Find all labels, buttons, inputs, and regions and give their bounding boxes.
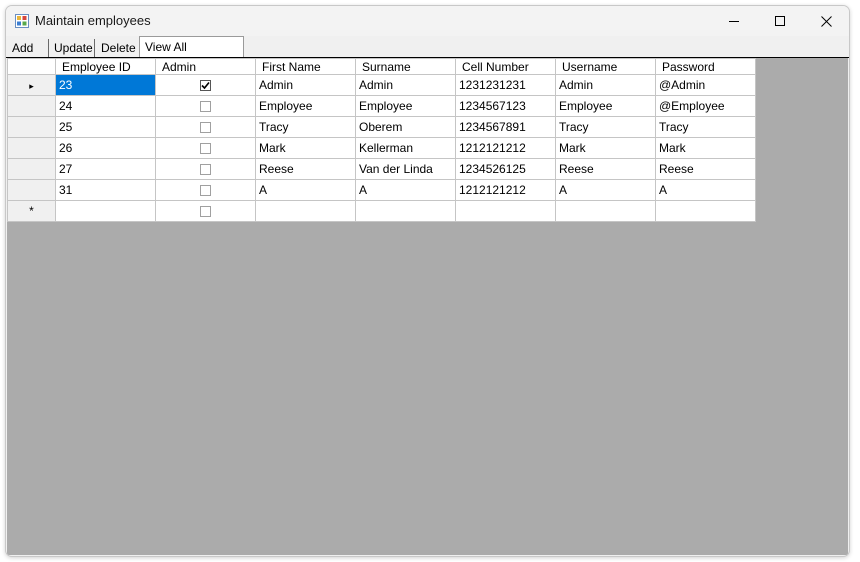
- employees-grid: Employee ID Admin First Name Surname Cel…: [7, 58, 756, 222]
- cell-surname-new[interactable]: [355, 200, 456, 222]
- cell-username[interactable]: Admin: [555, 74, 656, 96]
- current-row-icon: ▸: [29, 81, 34, 91]
- cell-first-name[interactable]: Admin: [255, 74, 356, 96]
- cell-employee-id[interactable]: 25: [55, 116, 156, 138]
- tab-update[interactable]: Update: [49, 39, 95, 57]
- cell-username[interactable]: Mark: [555, 137, 656, 159]
- cell-surname[interactable]: Oberem: [355, 116, 456, 138]
- minimize-button[interactable]: [711, 6, 757, 36]
- tab-view-all-employees[interactable]: View All Employees: [139, 36, 244, 74]
- tab-add[interactable]: Add: [7, 39, 49, 57]
- cell-cell-number[interactable]: 1234567123: [455, 95, 556, 117]
- cell-username[interactable]: Employee: [555, 95, 656, 117]
- minimize-icon: [728, 20, 739, 22]
- admin-checkbox[interactable]: [200, 143, 211, 155]
- cell-admin[interactable]: [155, 95, 256, 117]
- cell-surname[interactable]: Kellerman: [355, 137, 456, 159]
- cell-surname[interactable]: Employee: [355, 95, 456, 117]
- cell-cell-number[interactable]: 1212121212: [455, 137, 556, 159]
- admin-checkbox[interactable]: [200, 206, 211, 218]
- cell-admin-new[interactable]: [155, 200, 256, 222]
- column-header-username[interactable]: Username: [555, 58, 656, 75]
- cell-first-name[interactable]: A: [255, 179, 356, 201]
- table-row[interactable]: 26 Mark Kellerman 1212121212 Mark Mark: [7, 137, 756, 159]
- column-header-admin[interactable]: Admin: [155, 58, 256, 75]
- cell-employee-id[interactable]: 26: [55, 137, 156, 159]
- cell-employee-id[interactable]: 31: [55, 179, 156, 201]
- cell-first-name[interactable]: Tracy: [255, 116, 356, 138]
- column-header-employee-id[interactable]: Employee ID: [55, 58, 156, 75]
- app-form-icon: [15, 14, 29, 28]
- table-row[interactable]: 31 A A 1212121212 A A: [7, 179, 756, 201]
- tab-strip: Add Update Delete View All Employees: [6, 36, 849, 74]
- cell-admin[interactable]: [155, 158, 256, 180]
- checkmark-icon: [201, 82, 210, 90]
- new-row[interactable]: *: [7, 200, 756, 222]
- cell-cell-number[interactable]: 1212121212: [455, 179, 556, 201]
- column-header-first-name[interactable]: First Name: [255, 58, 356, 75]
- table-row[interactable]: 25 Tracy Oberem 1234567891 Tracy Tracy: [7, 116, 756, 138]
- close-icon: [820, 15, 832, 27]
- cell-admin[interactable]: [155, 116, 256, 138]
- row-header[interactable]: [7, 158, 56, 180]
- table-row[interactable]: ▸ 23 Admin Admin 1231231231 Admin @Admin: [7, 74, 756, 96]
- row-header-current[interactable]: ▸: [7, 74, 56, 96]
- cell-password[interactable]: A: [655, 179, 756, 201]
- cell-cell-number[interactable]: 1234567891: [455, 116, 556, 138]
- maximize-icon: [774, 15, 785, 26]
- cell-employee-id[interactable]: 23: [55, 74, 156, 96]
- cell-password[interactable]: Mark: [655, 137, 756, 159]
- cell-password[interactable]: @Employee: [655, 95, 756, 117]
- column-header-password[interactable]: Password: [655, 58, 756, 75]
- main-window: Maintain employees Add Update Delete Vie…: [5, 5, 850, 557]
- cell-employee-id-new[interactable]: [55, 200, 156, 222]
- cell-admin[interactable]: [155, 137, 256, 159]
- table-row[interactable]: 27 Reese Van der Linda 1234526125 Reese …: [7, 158, 756, 180]
- cell-employee-id[interactable]: 24: [55, 95, 156, 117]
- cell-surname[interactable]: A: [355, 179, 456, 201]
- title-bar: Maintain employees: [6, 6, 849, 36]
- cell-password[interactable]: Reese: [655, 158, 756, 180]
- cell-admin[interactable]: [155, 179, 256, 201]
- maximize-button[interactable]: [757, 6, 803, 36]
- cell-password[interactable]: @Admin: [655, 74, 756, 96]
- cell-username[interactable]: A: [555, 179, 656, 201]
- row-header[interactable]: [7, 95, 56, 117]
- cell-first-name[interactable]: Mark: [255, 137, 356, 159]
- cell-surname[interactable]: Admin: [355, 74, 456, 96]
- new-row-icon: *: [29, 204, 34, 218]
- cell-cell-number[interactable]: 1231231231: [455, 74, 556, 96]
- cell-password-new[interactable]: [655, 200, 756, 222]
- row-header[interactable]: [7, 179, 56, 201]
- cell-first-name[interactable]: Employee: [255, 95, 356, 117]
- column-header-surname[interactable]: Surname: [355, 58, 456, 75]
- cell-employee-id[interactable]: 27: [55, 158, 156, 180]
- admin-checkbox-checked[interactable]: [200, 80, 211, 92]
- admin-checkbox[interactable]: [200, 164, 211, 176]
- cell-username-new[interactable]: [555, 200, 656, 222]
- cell-password[interactable]: Tracy: [655, 116, 756, 138]
- cell-admin[interactable]: [155, 74, 256, 96]
- admin-checkbox[interactable]: [200, 122, 211, 134]
- employees-grid-area: Employee ID Admin First Name Surname Cel…: [7, 58, 848, 555]
- grid-corner-header[interactable]: [7, 58, 56, 75]
- tab-delete[interactable]: Delete: [96, 39, 140, 57]
- cell-cell-number-new[interactable]: [455, 200, 556, 222]
- grid-header-row: Employee ID Admin First Name Surname Cel…: [7, 58, 756, 75]
- row-header[interactable]: [7, 116, 56, 138]
- table-row[interactable]: 24 Employee Employee 1234567123 Employee…: [7, 95, 756, 117]
- row-header-new[interactable]: *: [7, 200, 56, 222]
- row-header[interactable]: [7, 137, 56, 159]
- cell-username[interactable]: Reese: [555, 158, 656, 180]
- cell-cell-number[interactable]: 1234526125: [455, 158, 556, 180]
- cell-first-name-new[interactable]: [255, 200, 356, 222]
- cell-first-name[interactable]: Reese: [255, 158, 356, 180]
- cell-surname[interactable]: Van der Linda: [355, 158, 456, 180]
- column-header-cell-number[interactable]: Cell Number: [455, 58, 556, 75]
- close-button[interactable]: [803, 6, 849, 36]
- admin-checkbox[interactable]: [200, 101, 211, 113]
- cell-username[interactable]: Tracy: [555, 116, 656, 138]
- window-title: Maintain employees: [35, 13, 151, 28]
- admin-checkbox[interactable]: [200, 185, 211, 197]
